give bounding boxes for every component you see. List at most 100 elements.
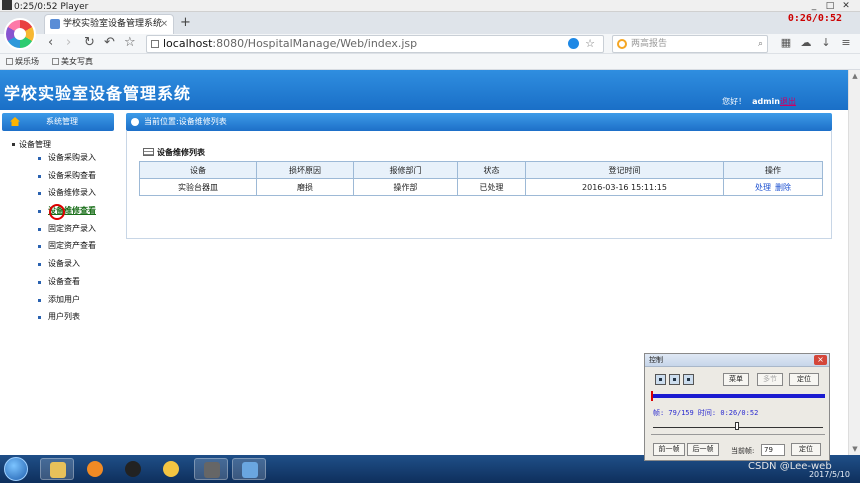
bookmark-star-icon[interactable]: ☆ [124, 36, 136, 50]
locate-button[interactable]: 定位 [789, 373, 819, 386]
browser-tab[interactable]: 学校实验室设备管理系统 × [44, 14, 174, 34]
undo-icon[interactable]: ↶ [104, 36, 115, 50]
tab-title: 学校实验室设备管理系统 [63, 19, 163, 29]
cell-actions: 处理 删除 [723, 178, 823, 196]
bookmark-item[interactable]: 娱乐场 [6, 54, 39, 70]
snapshot-icon[interactable] [683, 374, 694, 385]
qq-icon [125, 461, 141, 477]
player-icon [2, 0, 12, 10]
browser-tabstrip: 学校实验室设备管理系统 × + [0, 12, 860, 34]
column-header: 报修部门 [353, 161, 458, 179]
stop-icon[interactable] [669, 374, 680, 385]
scroll-up-icon[interactable]: ▲ [850, 72, 860, 80]
taskbar-app[interactable] [194, 458, 228, 480]
folder-icon [6, 58, 13, 65]
table-header-row: 设备 损坏原因 报修部门 状态 登记时间 操作 [139, 161, 823, 179]
reload-icon[interactable]: ↻ [84, 36, 95, 50]
next-frame-button[interactable]: 后一帧 [687, 443, 719, 456]
table-icon [143, 148, 154, 156]
watermark-text: CSDN @Lee-web [748, 461, 832, 472]
taskbar-app[interactable] [232, 458, 266, 480]
forward-icon[interactable]: › [66, 36, 71, 50]
favicon-icon [50, 19, 60, 29]
seek-thumb[interactable] [735, 422, 739, 430]
prev-frame-button[interactable]: 前一帧 [653, 443, 685, 456]
column-header: 状态 [457, 161, 526, 179]
sidebar-item[interactable]: 设备采购查看 [38, 170, 96, 188]
process-link[interactable]: 处理 [755, 183, 771, 192]
scroll-down-icon[interactable]: ▼ [850, 445, 860, 453]
breadcrumb-icon [131, 118, 139, 126]
address-bar[interactable]: localhost:8080/HospitalManage/Web/index.… [146, 35, 604, 53]
sidebar-item[interactable]: 设备维修录入 [38, 187, 96, 205]
sidebar-item-active[interactable]: 设备维修查看 [38, 205, 96, 223]
column-header: 损坏原因 [256, 161, 354, 179]
search-box[interactable]: 两高报告 ⌕ [612, 35, 768, 53]
download-icon[interactable]: ↓ [816, 36, 836, 49]
bookmark-item[interactable]: 美女写真 [52, 54, 93, 70]
new-tab-icon[interactable]: + [180, 15, 191, 30]
timeline-track[interactable] [651, 391, 825, 401]
close-icon[interactable]: ✕ [838, 0, 854, 12]
browser-logo-icon [4, 18, 36, 50]
menu-button[interactable]: 菜单 [723, 373, 749, 386]
page-info-icon[interactable] [151, 40, 159, 48]
home-icon [10, 117, 20, 126]
explorer-icon [50, 462, 66, 478]
menu-icon[interactable]: ≡ [836, 36, 856, 49]
column-header: 设备 [139, 161, 257, 179]
cell-time: 2016-03-16 15:11:15 [525, 178, 724, 196]
sidebar-item[interactable]: 添加用户 [38, 294, 96, 312]
cell-status: 已处理 [457, 178, 526, 196]
player-control-dialog: 控制 × 菜单 多节 定位 帧: 79/159 时间: 0:26/0:52 前一… [644, 353, 830, 461]
user-info: 您好！ admin退出 [722, 96, 796, 107]
multi-section-button[interactable]: 多节 [757, 373, 783, 386]
player-title-bar: 0:25/0:52 Player _ □ ✕ [0, 0, 860, 12]
cloud-icon[interactable]: ☁ [796, 36, 816, 49]
bullet-icon [12, 143, 15, 146]
sidebar-item[interactable]: 设备查看 [38, 276, 96, 294]
start-button-icon[interactable] [4, 457, 28, 481]
tab-close-icon[interactable]: × [160, 15, 168, 33]
current-frame-label: 当前帧: [731, 447, 755, 455]
taskbar-app[interactable] [40, 458, 74, 480]
image-viewer-icon [242, 462, 258, 478]
greeting: 您好！ [722, 97, 747, 106]
search-placeholder: 两高报告 [631, 39, 668, 49]
ie-mode-icon[interactable] [568, 38, 579, 49]
current-frame-input[interactable]: 79 [761, 444, 785, 456]
sidebar-item[interactable]: 设备录入 [38, 258, 96, 276]
sidebar-item[interactable]: 固定资产录入 [38, 223, 96, 241]
sidebar-item[interactable]: 设备采购录入 [38, 152, 96, 170]
taskbar-app[interactable] [78, 458, 112, 480]
back-icon[interactable]: ‹ [48, 36, 53, 50]
maximize-icon[interactable]: □ [822, 0, 838, 12]
folder-icon [52, 58, 59, 65]
search-icon[interactable]: ⌕ [758, 36, 763, 52]
apps-icon[interactable]: ▦ [776, 36, 796, 49]
logout-link[interactable]: 退出 [780, 97, 796, 106]
cell-dept: 操作部 [353, 178, 458, 196]
cell-device: 实验台器皿 [139, 178, 257, 196]
sidebar-item[interactable]: 固定资产查看 [38, 240, 96, 258]
sidebar-group[interactable]: 设备管理 [12, 139, 51, 150]
url-path: :8080/HospitalManage/Web/index.jsp [212, 37, 418, 50]
breadcrumb-text: 当前位置:设备维修列表 [144, 117, 227, 126]
username: admin [752, 97, 780, 106]
paint-icon [163, 461, 179, 477]
taskbar-app[interactable] [154, 458, 188, 480]
locate-button-2[interactable]: 定位 [791, 443, 821, 456]
taskbar-app[interactable] [116, 458, 150, 480]
column-header: 操作 [723, 161, 823, 179]
favorite-star-icon[interactable]: ☆ [585, 36, 595, 52]
sidebar-item[interactable]: 用户列表 [38, 311, 96, 329]
app-icon [87, 461, 103, 477]
toolbar-right-icons: ▦ ☁ ↓ ≡ [776, 36, 856, 49]
page-header: 学校实验室设备管理系统 您好！ admin退出 [0, 70, 848, 110]
dialog-close-icon[interactable]: × [814, 355, 827, 365]
play-icon[interactable] [655, 374, 666, 385]
minimize-icon[interactable]: _ [806, 0, 822, 12]
url-host: localhost [163, 37, 213, 50]
page-scrollbar[interactable]: ▲ ▼ [848, 70, 860, 455]
delete-link[interactable]: 删除 [775, 183, 791, 192]
